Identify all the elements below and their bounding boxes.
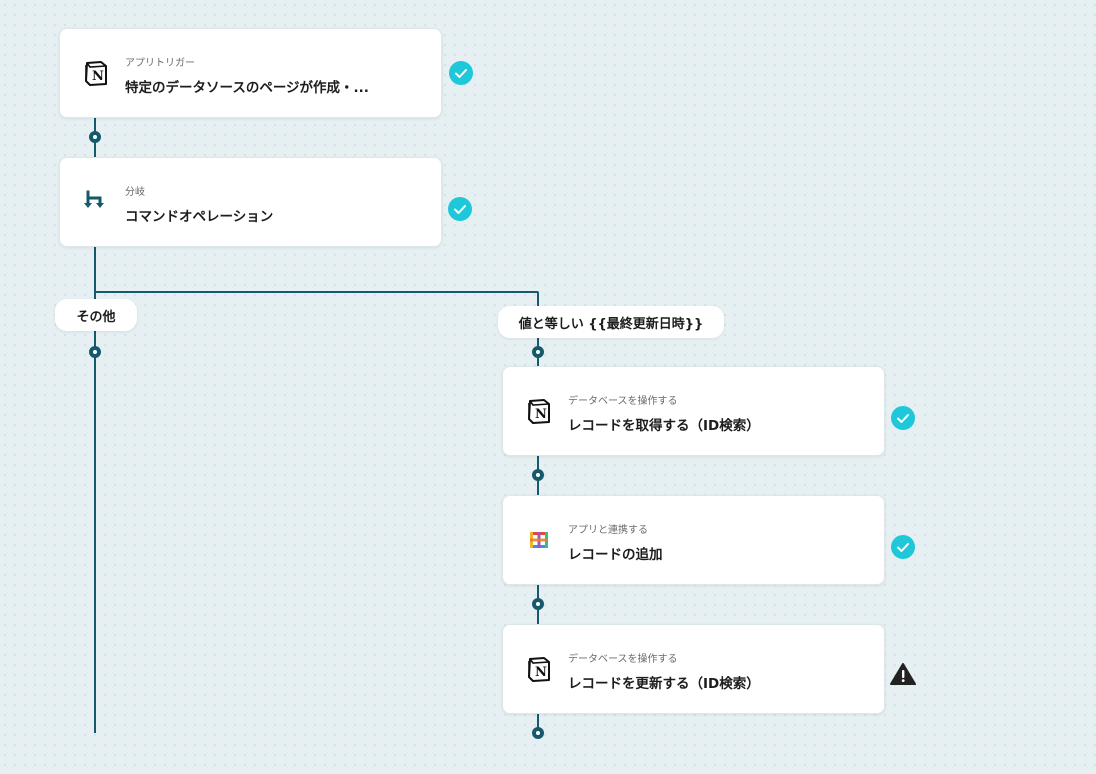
check-icon bbox=[891, 406, 915, 430]
branch-label-other[interactable]: その他 bbox=[55, 299, 137, 331]
connector-line bbox=[94, 291, 534, 293]
notion-icon: N bbox=[525, 655, 553, 683]
grid-app-icon bbox=[525, 526, 553, 554]
card-title: コマンドオペレーション bbox=[125, 209, 274, 225]
check-icon bbox=[449, 61, 473, 85]
card-subtitle: 分岐 bbox=[125, 187, 145, 198]
card-subtitle: データベースを操作する bbox=[568, 654, 678, 665]
card-subtitle: アプリトリガー bbox=[125, 58, 195, 69]
svg-text:N: N bbox=[535, 665, 547, 680]
step-card[interactable]: アプリと連携する レコードの追加 bbox=[502, 495, 885, 585]
check-icon bbox=[448, 197, 472, 221]
card-subtitle: データベースを操作する bbox=[568, 396, 678, 407]
add-step-node[interactable] bbox=[89, 131, 101, 143]
check-icon bbox=[891, 535, 915, 559]
branch-card[interactable]: 分岐 コマンドオペレーション bbox=[59, 157, 442, 247]
trigger-card[interactable]: N アプリトリガー 特定のデータソースのページが作成・... bbox=[59, 28, 442, 118]
step-card[interactable]: N データベースを操作する レコードを取得する（ID検索） bbox=[502, 366, 885, 456]
branch-icon bbox=[82, 188, 110, 216]
add-step-node[interactable] bbox=[89, 346, 101, 358]
add-step-node[interactable] bbox=[532, 598, 544, 610]
card-title: レコードを取得する（ID検索） bbox=[568, 418, 760, 434]
card-title: レコードの追加 bbox=[568, 547, 663, 563]
add-step-node[interactable] bbox=[532, 346, 544, 358]
step-card[interactable]: N データベースを操作する レコードを更新する（ID検索） bbox=[502, 624, 885, 714]
add-step-node[interactable] bbox=[532, 469, 544, 481]
add-step-node[interactable] bbox=[532, 727, 544, 739]
card-subtitle: アプリと連携する bbox=[568, 525, 648, 536]
notion-icon: N bbox=[82, 59, 110, 87]
warning-icon bbox=[890, 662, 916, 686]
branch-label-equals[interactable]: 値と等しい {{最終更新日時}} bbox=[498, 306, 724, 338]
notion-icon: N bbox=[525, 397, 553, 425]
card-title: 特定のデータソースのページが作成・... bbox=[125, 80, 369, 96]
card-title: レコードを更新する（ID検索） bbox=[568, 676, 760, 692]
svg-text:N: N bbox=[535, 407, 547, 422]
svg-text:N: N bbox=[92, 69, 104, 84]
